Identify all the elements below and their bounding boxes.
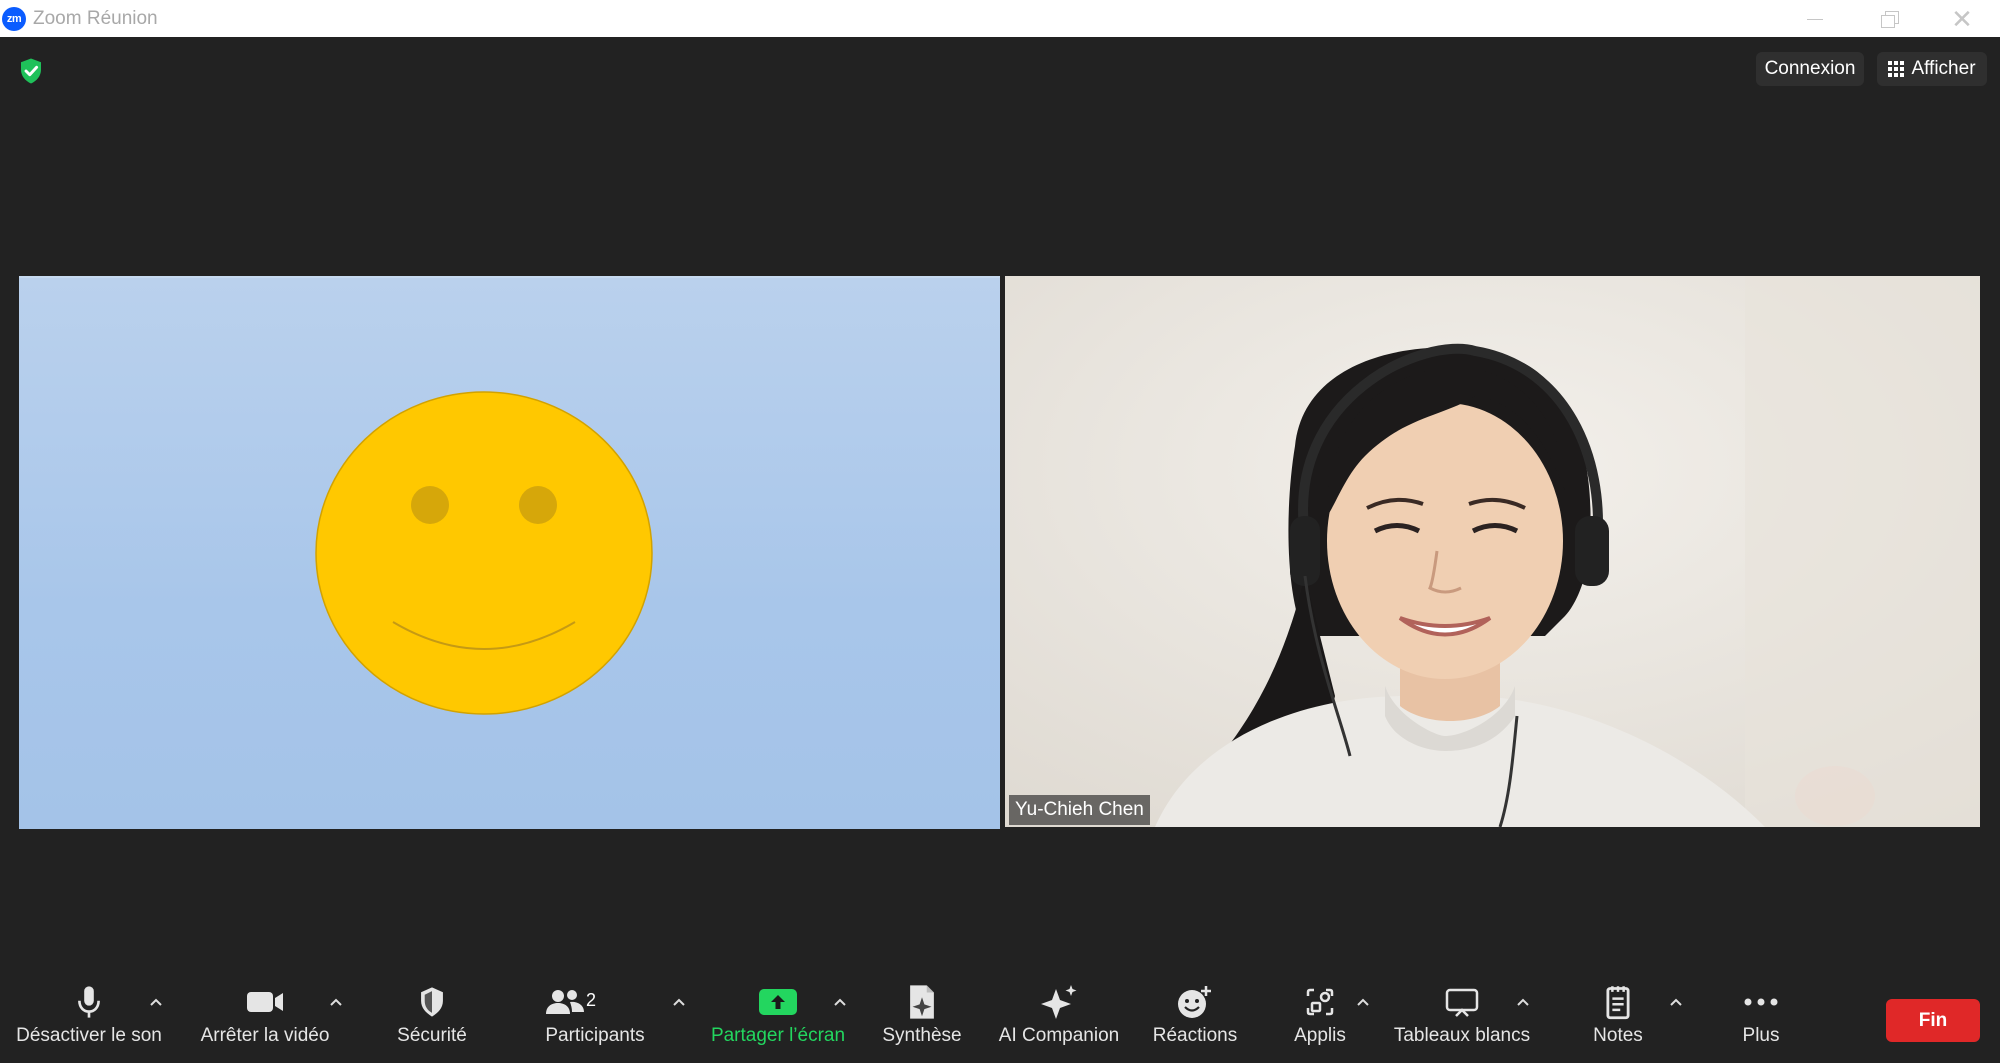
participants-count: 2 — [586, 990, 597, 1010]
minimize-button[interactable] — [1800, 6, 1830, 32]
notes-options-chevron-icon[interactable] — [1666, 980, 1686, 1024]
view-button[interactable]: Afficher — [1877, 52, 1987, 86]
notes-label: Notes — [1593, 1025, 1643, 1046]
participants-options-chevron-icon[interactable] — [669, 980, 689, 1024]
smile-plus-icon — [1176, 980, 1214, 1024]
more-label: Plus — [1742, 1025, 1780, 1046]
connexion-button[interactable]: Connexion — [1756, 52, 1864, 86]
share-options-chevron-icon[interactable] — [830, 980, 850, 1024]
participants-button[interactable]: 2 Participants — [530, 980, 660, 1063]
restore-button[interactable] — [1873, 6, 1903, 32]
whiteboard-icon — [1444, 980, 1480, 1024]
participants-icon: 2 — [540, 980, 650, 1024]
more-button[interactable]: Plus — [1716, 980, 1806, 1063]
apps-options-chevron-icon[interactable] — [1353, 980, 1373, 1024]
reactions-button[interactable]: Réactions — [1140, 980, 1250, 1063]
audio-options-chevron-icon[interactable] — [146, 980, 166, 1024]
summary-button[interactable]: Synthèse — [872, 980, 972, 1063]
security-button[interactable]: Sécurité — [372, 980, 492, 1063]
ai-companion-label: AI Companion — [998, 1025, 1120, 1046]
stop-video-label: Arrêter la vidéo — [200, 1025, 330, 1046]
zoom-logo-icon: zm — [2, 7, 26, 31]
meeting-toolbar: Désactiver le son Arrêter la vidéo Sécur… — [0, 980, 2000, 1063]
summary-label: Synthèse — [882, 1025, 962, 1046]
participant-tile-avatar[interactable] — [19, 276, 1000, 829]
apps-icon — [1304, 980, 1336, 1024]
close-window-button[interactable]: ✕ — [1947, 6, 1977, 32]
microphone-icon — [74, 980, 104, 1024]
share-screen-icon — [758, 980, 798, 1024]
window-title: Zoom Réunion — [33, 8, 158, 29]
view-button-label: Afficher — [1911, 58, 1976, 79]
participants-label: Participants — [545, 1025, 645, 1046]
stop-video-button[interactable]: Arrêter la vidéo — [190, 980, 340, 1063]
whiteboards-label: Tableaux blancs — [1393, 1025, 1531, 1046]
ai-sparkle-icon — [1039, 980, 1079, 1024]
smiley-face-icon — [315, 391, 653, 715]
video-camera-icon — [245, 980, 285, 1024]
security-label: Sécurité — [397, 1025, 467, 1046]
end-meeting-button[interactable]: Fin — [1886, 999, 1980, 1042]
notes-button[interactable]: Notes — [1568, 980, 1668, 1063]
document-sparkle-icon — [906, 980, 938, 1024]
participant-tile-video[interactable]: Yu-Chieh Chen — [1005, 276, 1980, 827]
encryption-shield-icon[interactable] — [16, 56, 46, 86]
reactions-label: Réactions — [1152, 1025, 1238, 1046]
grid-icon — [1888, 61, 1905, 77]
participant-video-image — [1005, 276, 1980, 827]
share-screen-label: Partager l’écran — [710, 1025, 846, 1046]
mute-label: Désactiver le son — [16, 1025, 162, 1046]
more-dots-icon — [1743, 980, 1779, 1024]
shield-icon — [417, 980, 447, 1024]
apps-label: Applis — [1294, 1025, 1346, 1046]
whiteboards-options-chevron-icon[interactable] — [1513, 980, 1533, 1024]
video-options-chevron-icon[interactable] — [326, 980, 346, 1024]
notes-icon — [1603, 980, 1633, 1024]
participant-name-label: Yu-Chieh Chen — [1009, 795, 1150, 825]
title-bar: zm Zoom Réunion ✕ — [0, 0, 2000, 37]
ai-companion-button[interactable]: AI Companion — [990, 980, 1128, 1063]
